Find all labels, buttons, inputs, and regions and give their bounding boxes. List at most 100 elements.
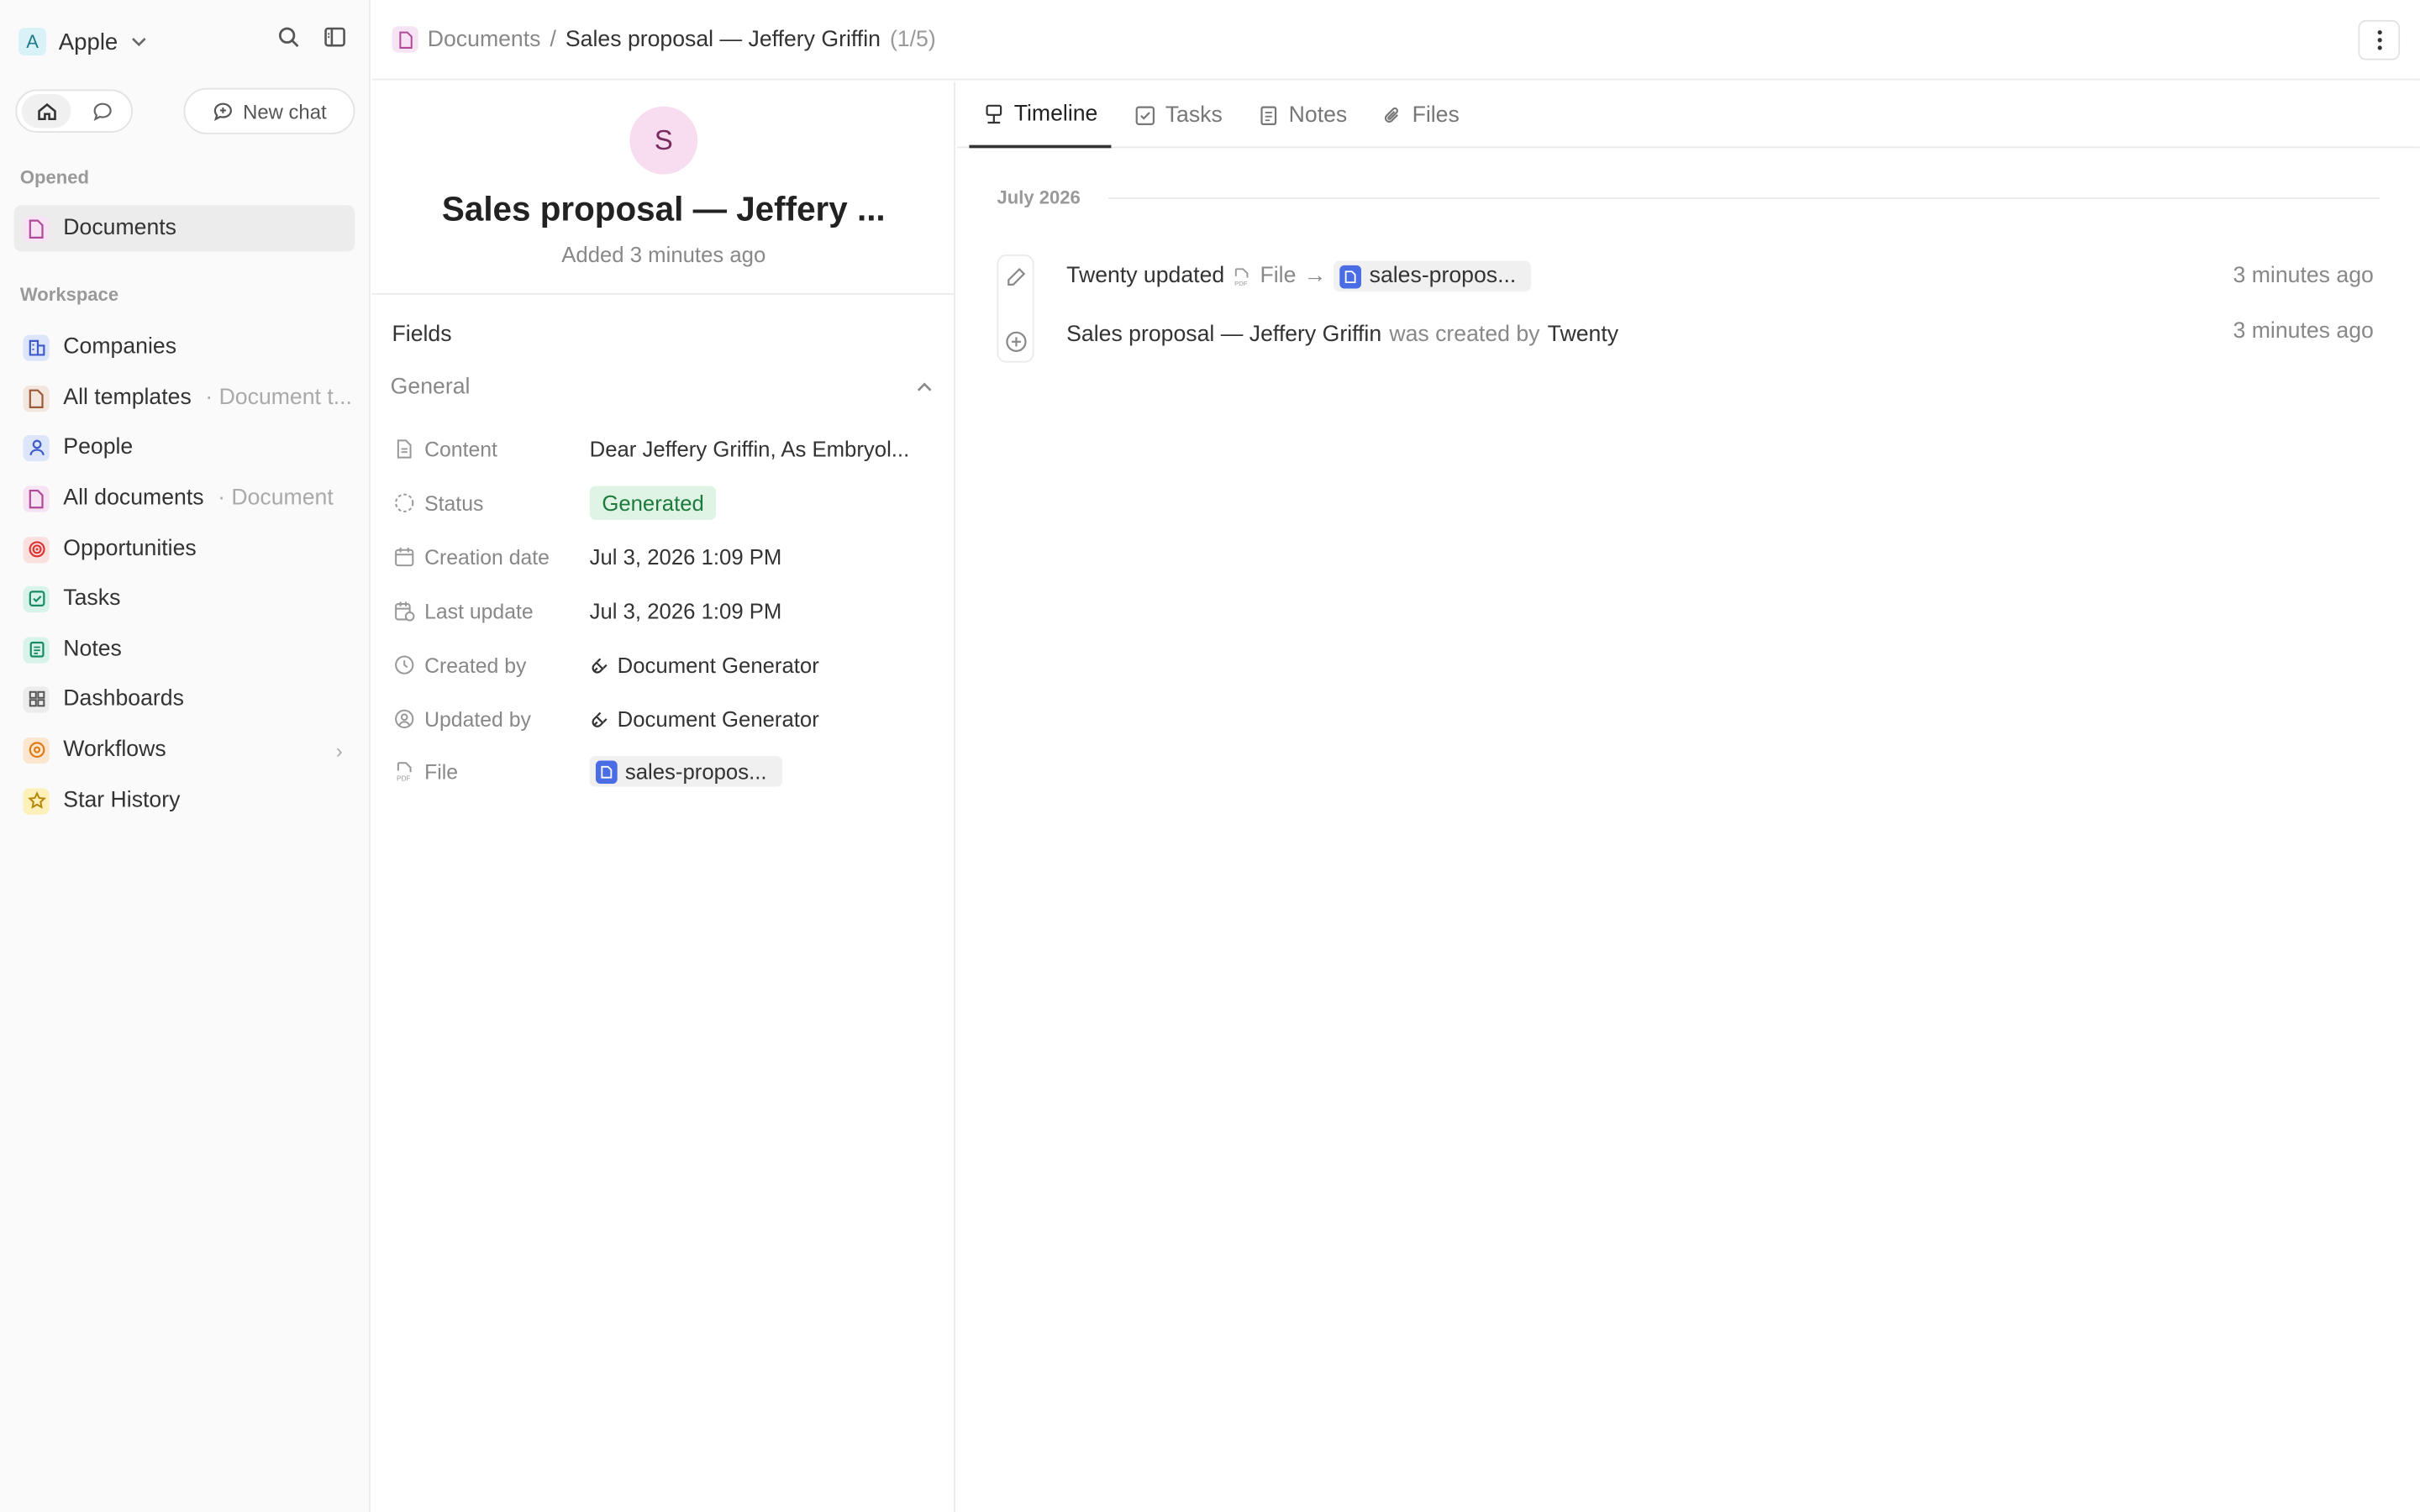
building-icon [23, 333, 50, 360]
field-status: Status Generated [393, 485, 934, 522]
sidebar-item-all-documents[interactable]: All documents · Document [14, 475, 355, 522]
sidebar-item-notes[interactable]: Notes [14, 627, 355, 673]
workspace-logo: A [18, 28, 47, 56]
field-value-status[interactable]: Generated [589, 486, 717, 520]
sidebar-item-tasks[interactable]: Tasks [14, 575, 355, 622]
field-label: Status [424, 491, 484, 515]
arrow-icon: → [1303, 264, 1327, 289]
field-value-content[interactable]: Dear Jeffery Griffin, As Embryol... [590, 437, 910, 461]
checkbox-icon [1135, 105, 1155, 125]
event-subject[interactable]: Sales proposal — Jeffery Griffin [1066, 323, 1381, 347]
more-options-button[interactable] [2358, 19, 2401, 60]
home-icon[interactable] [21, 94, 71, 129]
tab-label: Notes [1288, 102, 1348, 128]
field-value-updated-by[interactable]: Document Generator [590, 706, 819, 732]
sidebar-item-people[interactable]: People [14, 424, 355, 470]
target-icon [23, 536, 50, 563]
sidebar-item-label: Workflows [63, 737, 166, 763]
file-chip[interactable]: sales-propos... [1334, 260, 1532, 292]
record-title[interactable]: Sales proposal — Jeffery ... [372, 190, 955, 230]
text-icon [397, 439, 412, 459]
new-chat-label: New chat [243, 99, 327, 123]
sidebar-item-opportunities[interactable]: Opportunities [14, 526, 355, 572]
file-chip-label: sales-propos... [1369, 264, 1517, 289]
sidebar: A Apple New chat Opened Documents Worksp… [0, 0, 371, 1512]
field-creation-date: Creation date Jul 3, 2026 1:09 PM [393, 538, 934, 575]
event-time: 3 minutes ago [2233, 264, 2374, 289]
field-label: Updated by [424, 707, 531, 731]
star-icon [23, 787, 50, 814]
group-label: General [390, 375, 471, 400]
sidebar-item-label: Star History [63, 788, 181, 813]
sidebar-item-sublabel: · Document [218, 486, 334, 511]
new-chat-icon [214, 102, 233, 121]
sidebar-item-all-templates[interactable]: All templates · Document t... [14, 375, 355, 421]
opened-section-label: Opened [19, 166, 89, 189]
field-value-last-update[interactable]: Jul 3, 2026 1:09 PM [590, 599, 782, 623]
workspace-switcher[interactable]: A Apple [18, 24, 149, 58]
collapse-sidebar-icon[interactable] [323, 24, 347, 49]
search-icon[interactable] [276, 24, 301, 49]
sidebar-item-label: Companies [63, 334, 177, 360]
file-chip-label: sales-propos... [624, 759, 767, 785]
sidebar-item-documents-opened[interactable]: Documents [13, 205, 355, 252]
field-label: Created by [424, 653, 527, 677]
edit-icon [997, 258, 1034, 295]
user-circle-icon [395, 709, 414, 729]
calendar-icon [395, 548, 414, 567]
tab-notes[interactable]: Notes [1258, 81, 1347, 148]
workspace-name: Apple [58, 28, 118, 55]
event-field: File [1260, 264, 1297, 289]
tab-label: Files [1412, 102, 1460, 128]
updated-by-value: Document Generator [617, 706, 819, 732]
field-value-created-by[interactable]: Document Generator [590, 653, 819, 677]
sidebar-item-companies[interactable]: Companies [14, 324, 355, 370]
new-chat-button[interactable]: New chat [183, 87, 355, 134]
document-icon [23, 215, 50, 242]
tab-files[interactable]: Files [1381, 81, 1460, 148]
sidebar-item-label: Notes [63, 637, 122, 662]
svg-text:PDF: PDF [1235, 279, 1249, 286]
tab-tasks[interactable]: Tasks [1134, 81, 1223, 148]
breadcrumb-parent[interactable]: Documents [428, 27, 541, 51]
field-label: Last update [424, 599, 534, 623]
paperclip-icon [1384, 107, 1398, 123]
event-time: 3 minutes ago [2233, 319, 2374, 344]
breadcrumb: Documents / Sales proposal — Jeffery Gri… [371, 0, 2420, 81]
field-last-update: Last update Jul 3, 2026 1:09 PM [393, 592, 934, 629]
tab-timeline[interactable]: Timeline [969, 81, 1112, 149]
sidebar-item-label: Documents [63, 216, 177, 241]
divider [371, 292, 955, 295]
plus-circle-icon [997, 323, 1034, 360]
divider [1107, 197, 2381, 199]
fields-heading: Fields [392, 322, 452, 348]
file-chip[interactable]: sales-propos... [589, 755, 782, 787]
record-position-count: (1/5) [889, 27, 936, 52]
plug-icon [592, 711, 608, 727]
breadcrumb-current: Sales proposal — Jeffery Griffin [565, 27, 881, 52]
file-icon [595, 759, 618, 784]
pdf-file-icon: PDF [1235, 267, 1249, 286]
calendar-clock-icon [395, 601, 415, 622]
field-value-file[interactable]: sales-propos... [589, 755, 782, 787]
tab-label: Tasks [1165, 102, 1223, 128]
field-value-creation-date[interactable]: Jul 3, 2026 1:09 PM [590, 544, 782, 569]
dashboard-icon [23, 685, 50, 712]
event-actor: Twenty [1547, 322, 1619, 348]
field-updated-by: Updated by Document Generator [393, 701, 934, 738]
chat-icon[interactable] [77, 94, 127, 128]
created-by-value: Document Generator [617, 652, 819, 678]
plug-icon [592, 657, 608, 673]
sidebar-item-dashboards[interactable]: Dashboards [14, 675, 355, 722]
timeline-month: July 2026 [997, 186, 1081, 208]
sidebar-item-star-history[interactable]: Star History [14, 778, 355, 824]
chevron-right-icon[interactable]: › [336, 738, 343, 762]
template-icon [23, 385, 50, 412]
document-icon [392, 26, 418, 53]
sidebar-item-workflows[interactable]: Workflows › [14, 727, 355, 773]
general-group-toggle[interactable]: General [390, 375, 934, 400]
sidebar-item-label: All documents [63, 486, 204, 511]
sidebar-item-label: Tasks [63, 585, 121, 612]
tab-label: Timeline [1013, 101, 1098, 126]
field-content: Content Dear Jeffery Griffin, As Embryol… [393, 430, 934, 467]
